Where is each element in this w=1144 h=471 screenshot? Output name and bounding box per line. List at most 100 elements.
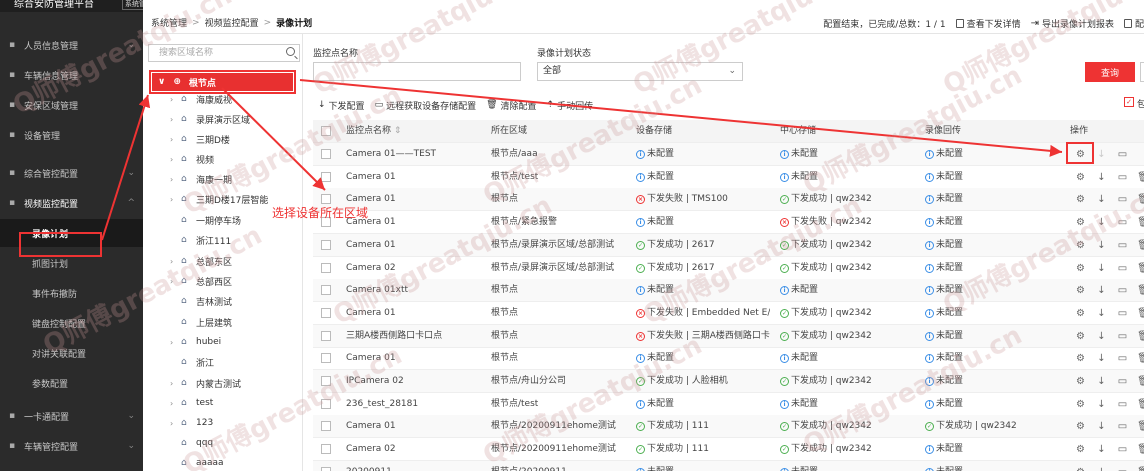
- sidebar-item[interactable]: ▪ 车辆管控配置 ⌄: [0, 432, 143, 460]
- download-icon[interactable]: ↓: [1095, 194, 1108, 205]
- expand-icon[interactable]: ›: [170, 195, 173, 204]
- download-icon[interactable]: ↓: [1095, 217, 1108, 228]
- table-row[interactable]: Camera 01 根节点/test i 未配置 i 未配置 i 未配置 ⚙ ↓ ▭ 🗑: [313, 166, 1144, 189]
- row-checkbox[interactable]: [321, 330, 331, 341]
- expand-icon[interactable]: ›: [170, 379, 173, 388]
- expand-icon[interactable]: ›: [170, 115, 173, 124]
- tree-node[interactable]: ⌂ 浙江: [143, 352, 301, 372]
- monitor-icon[interactable]: ▭: [1116, 149, 1129, 160]
- tree-node[interactable]: ⌂ 浙江111: [143, 230, 301, 250]
- gear-icon[interactable]: ⚙: [1074, 444, 1087, 455]
- monitor-icon[interactable]: ▭: [1116, 421, 1129, 432]
- trash-icon[interactable]: 🗑: [1137, 376, 1144, 387]
- tree-node[interactable]: ⌂ 吉林测试: [143, 291, 301, 311]
- gear-icon[interactable]: ⚙: [1074, 331, 1087, 342]
- monitor-icon[interactable]: ▭: [1116, 240, 1129, 251]
- row-checkbox[interactable]: [321, 421, 331, 432]
- status-filter-select[interactable]: 全部 ⌄: [537, 62, 743, 81]
- sidebar-item[interactable]: ▪ 车辆信息管理: [0, 61, 143, 89]
- row-checkbox[interactable]: [321, 398, 331, 409]
- tree-node[interactable]: › ⌂ 内蒙古测试: [143, 373, 301, 393]
- download-icon[interactable]: ↓: [1095, 421, 1108, 432]
- row-checkbox[interactable]: [321, 149, 331, 159]
- row-checkbox[interactable]: [321, 444, 331, 455]
- monitor-icon[interactable]: ▭: [1116, 263, 1129, 274]
- gear-icon[interactable]: ⚙: [1074, 421, 1087, 432]
- trash-icon[interactable]: 🗑: [1137, 444, 1144, 455]
- download-icon[interactable]: ↓: [1095, 240, 1108, 251]
- breadcrumb-item-system[interactable]: 系统管理: [151, 16, 187, 29]
- tree-node[interactable]: ⌂ 上层建筑: [143, 312, 301, 332]
- download-config-button[interactable]: ↓ 下发配置: [318, 99, 365, 112]
- table-row[interactable]: 三期A楼西侧路口卡口点 根节点 × 下发失败 | 三期A楼西侧路口卡 ✓ 下发成功 | q…: [313, 324, 1144, 348]
- gear-icon[interactable]: ⚙: [1074, 149, 1087, 160]
- expand-icon[interactable]: ∨: [158, 77, 165, 87]
- col-header-name[interactable]: 监控点名称 ⇕: [346, 120, 401, 143]
- sidebar-item[interactable]: 抓图计划: [0, 249, 143, 277]
- tree-node[interactable]: › ⌂ 录屏演示区域: [143, 109, 301, 129]
- tree-node[interactable]: › ⌂ 总部西区: [143, 271, 301, 291]
- gear-icon[interactable]: ⚙: [1074, 285, 1087, 296]
- expand-icon[interactable]: ›: [170, 95, 173, 104]
- trash-icon[interactable]: 🗑: [1137, 194, 1144, 205]
- monitor-icon[interactable]: ▭: [1116, 331, 1129, 342]
- sidebar-item[interactable]: ▪ 安保区域管理: [0, 91, 143, 119]
- monitor-icon[interactable]: ▭: [1116, 399, 1129, 410]
- trash-icon[interactable]: 🗑: [1137, 421, 1144, 432]
- tree-node[interactable]: › ⌂ 视频: [143, 149, 301, 169]
- expand-icon[interactable]: ›: [170, 155, 173, 164]
- name-filter-input[interactable]: [313, 62, 521, 81]
- expand-icon[interactable]: ›: [170, 419, 173, 428]
- row-checkbox[interactable]: [321, 239, 331, 250]
- download-icon[interactable]: ↓: [1095, 172, 1108, 183]
- sort-icon[interactable]: ⇕: [394, 126, 402, 136]
- tree-node[interactable]: › ⌂ 123: [143, 413, 301, 433]
- monitor-icon[interactable]: ▭: [1116, 444, 1129, 455]
- sidebar-item[interactable]: ▪ 设备管理: [0, 121, 143, 149]
- download-icon[interactable]: ↓: [1095, 444, 1108, 455]
- tree-node[interactable]: ⌂ qqq: [143, 433, 301, 453]
- sidebar-item[interactable]: ▪ 视频监控配置 ^: [0, 189, 143, 217]
- gear-icon[interactable]: ⚙: [1074, 353, 1087, 364]
- table-row[interactable]: IPCamera 02 根节点/舟山分公司 ✓ 下发成功 | 人脸相机 ✓ 下发成功 | …: [313, 370, 1144, 393]
- table-row[interactable]: Camera 02 根节点/录屏演示区域/总部测试 ✓ 下发成功 | 2617 ✓ 下发成…: [313, 257, 1144, 280]
- table-row[interactable]: Camera 01 根节点/录屏演示区域/总部测试 ✓ 下发成功 | 2617 ✓ 下发成…: [313, 233, 1144, 257]
- trash-icon[interactable]: 🗑: [1137, 263, 1144, 274]
- download-icon[interactable]: ↓: [1095, 308, 1108, 319]
- trash-icon[interactable]: 🗑: [1137, 217, 1144, 228]
- tree-node[interactable]: › ⌂ test: [143, 393, 301, 413]
- tree-search-input[interactable]: 搜索区域名称: [148, 44, 300, 62]
- expand-icon[interactable]: ›: [170, 175, 173, 184]
- trash-icon[interactable]: 🗑: [1137, 331, 1144, 342]
- clear-config-button[interactable]: 🗑 清除配置: [486, 99, 536, 112]
- trash-icon[interactable]: 🗑: [1137, 353, 1144, 364]
- table-row[interactable]: Camera 01 根节点 × 下发失败 | Embedded Net E/ ✓ 下发成功…: [313, 302, 1144, 325]
- gear-icon[interactable]: ⚙: [1074, 467, 1087, 471]
- row-checkbox[interactable]: [321, 307, 331, 318]
- table-row[interactable]: Camera 02 根节点/20200911ehome测试 ✓ 下发成功 | 111 ✓…: [313, 438, 1144, 462]
- expand-icon[interactable]: ›: [170, 257, 173, 266]
- sidebar-item[interactable]: 录像计划: [0, 219, 143, 247]
- sidebar-item[interactable]: 事件布撤防: [0, 279, 143, 307]
- tree-node[interactable]: › ⌂ 三期D楼: [143, 129, 301, 149]
- download-icon[interactable]: ↓: [1095, 467, 1108, 471]
- gear-icon[interactable]: ⚙: [1074, 263, 1087, 274]
- trash-icon[interactable]: 🗑: [1137, 399, 1144, 410]
- gear-icon[interactable]: ⚙: [1074, 308, 1087, 319]
- tree-node[interactable]: ⌂ aaaaa: [143, 453, 301, 471]
- export-report-link[interactable]: ⇥ 导出录像计划报表: [1031, 17, 1114, 30]
- table-row[interactable]: 20200911 根节点/20200911 i未配置 i未配置 i未配置 ⚙ ↓ ▭ 🗑: [313, 460, 1144, 471]
- monitor-icon[interactable]: ▭: [1116, 217, 1129, 228]
- monitor-icon[interactable]: ▭: [1116, 194, 1129, 205]
- download-icon[interactable]: ↓: [1095, 331, 1108, 342]
- reset-button-edge[interactable]: [1140, 62, 1144, 82]
- download-icon[interactable]: ↓: [1095, 285, 1108, 296]
- trash-icon[interactable]: 🗑: [1137, 285, 1144, 296]
- gear-icon[interactable]: ⚙: [1074, 194, 1087, 205]
- table-row[interactable]: Camera 01xtt 根节点 i 未配置 i 未配置 i 未配置 ⚙ ↓ ▭ 🗑: [313, 279, 1144, 303]
- sidebar-item[interactable]: 对讲关联配置: [0, 339, 143, 367]
- gear-icon[interactable]: ⚙: [1074, 172, 1087, 183]
- trash-icon[interactable]: 🗑: [1137, 172, 1144, 183]
- expand-icon[interactable]: ›: [170, 135, 173, 144]
- sidebar-item[interactable]: ▪ 一卡通配置 ⌄: [0, 402, 143, 430]
